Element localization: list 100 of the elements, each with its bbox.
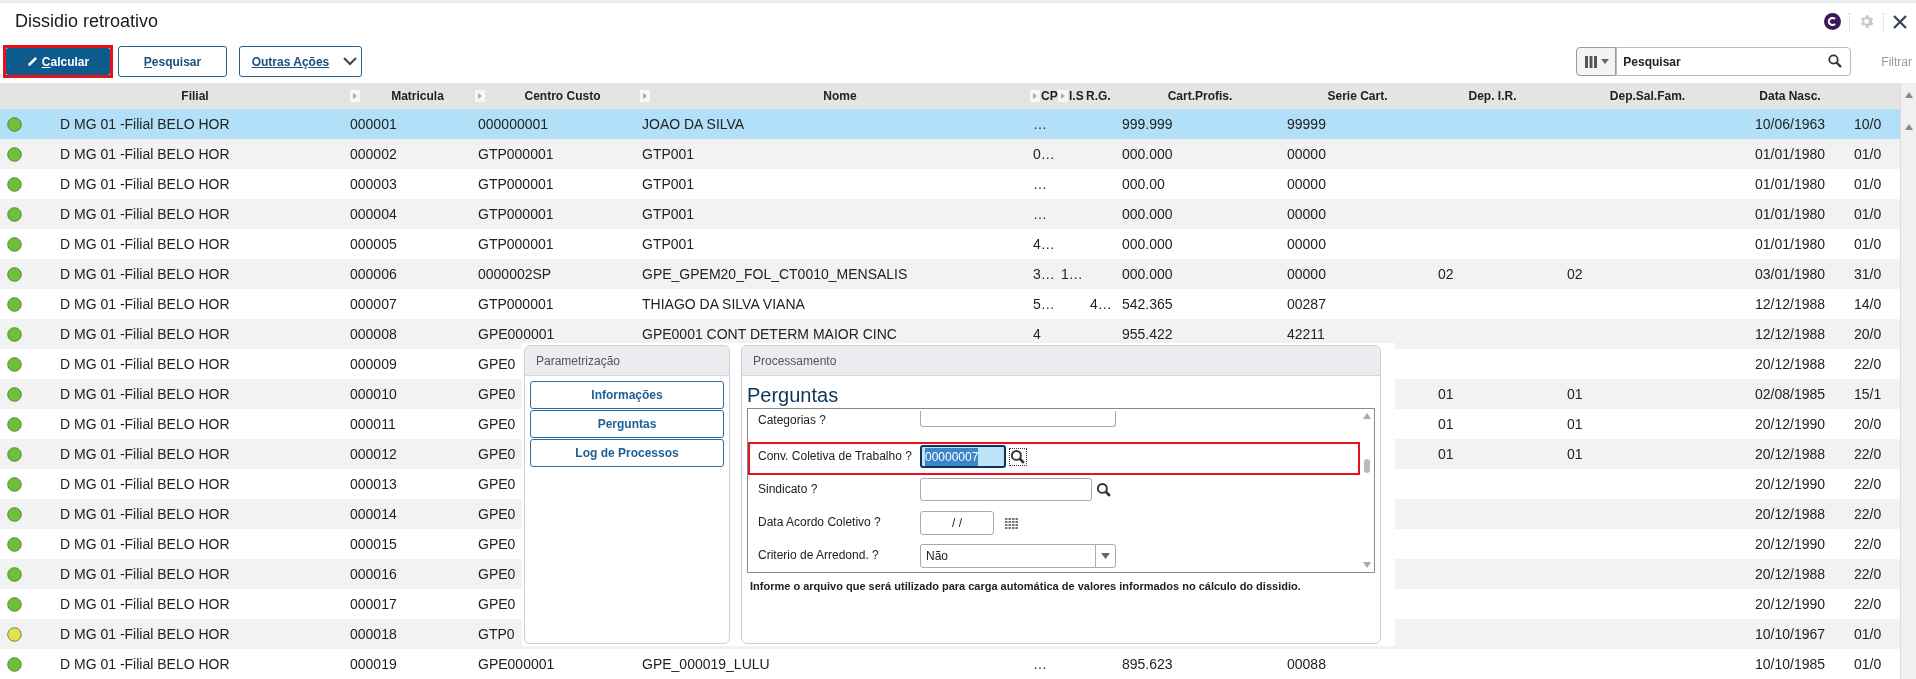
table-cell-text: 20/12/1990 bbox=[1755, 594, 1826, 614]
table-cell-text: … bbox=[1033, 204, 1047, 224]
table-cell-text: 4… bbox=[1033, 234, 1055, 254]
table-cell-text: GTP000001 bbox=[478, 234, 554, 254]
table-cell-text: JOAO DA SILVA bbox=[642, 114, 745, 134]
window-title: Dissidio retroativo bbox=[15, 10, 159, 33]
table-cell-text: 00287 bbox=[1287, 294, 1326, 314]
table-cell-text: GTP000001 bbox=[478, 204, 554, 224]
table-cell-text: GTP001 bbox=[642, 204, 695, 224]
table-cell-text: 000011 bbox=[350, 414, 396, 434]
table-cell-text: 22/0 bbox=[1854, 594, 1882, 614]
table-cell-text: 14/0 bbox=[1854, 294, 1882, 314]
table-cell-text: … bbox=[1033, 114, 1047, 134]
table-cell-text: 20/0 bbox=[1854, 324, 1882, 344]
field-label: Sindicato ? bbox=[757, 481, 819, 498]
table-cell-text: 22/0 bbox=[1854, 474, 1882, 494]
table-cell-text: 01 bbox=[1567, 384, 1583, 404]
table-cell-text: GPE0 bbox=[478, 414, 516, 434]
table-cell-text: 000.000 bbox=[1122, 144, 1173, 164]
section-heading: Perguntas bbox=[746, 383, 840, 408]
table-cell-text: 0… bbox=[1033, 144, 1055, 164]
table-cell-text: 20/0 bbox=[1854, 414, 1882, 434]
table-cell-text: GPE0 bbox=[478, 564, 516, 584]
table-cell-text: 000019 bbox=[350, 654, 397, 674]
table-cell-text: 955.422 bbox=[1122, 324, 1173, 344]
table-cell-text: GPE0001 CONT DETERM MAIOR CINC bbox=[642, 324, 897, 344]
table-cell-text: THIAGO DA SILVA VIANA bbox=[642, 294, 805, 314]
table-cell-text: 00000 bbox=[1287, 264, 1326, 284]
table-cell-text: 000006 bbox=[350, 264, 397, 284]
table-cell-text: D MG 01 -Filial BELO HOR bbox=[60, 354, 230, 374]
table-cell-text: GTP001 bbox=[642, 174, 695, 194]
table-cell-text: GTP000001 bbox=[478, 294, 554, 314]
table-cell-text: 01/0 bbox=[1854, 234, 1882, 254]
table-cell-text: 00000 bbox=[1287, 174, 1326, 194]
table-cell-text: 22/0 bbox=[1854, 504, 1882, 524]
table-cell-text: 4… bbox=[1090, 294, 1112, 314]
table-cell-text: 999.999 bbox=[1122, 114, 1173, 134]
table-cell-text: 000007 bbox=[350, 294, 397, 314]
table-cell-text: 01/0 bbox=[1854, 144, 1882, 164]
table-cell-text: 000016 bbox=[350, 564, 397, 584]
field-label: Data Acordo Coletivo ? bbox=[757, 514, 882, 531]
table-cell-text: 000014 bbox=[350, 504, 397, 524]
table-cell-text: 01/0 bbox=[1854, 654, 1882, 674]
table-cell-text: 5… bbox=[1033, 294, 1055, 314]
table-cell-text: 01 bbox=[1438, 384, 1454, 404]
table-cell-text: 000001 bbox=[350, 114, 397, 134]
table-cell-text: 20/12/1990 bbox=[1755, 414, 1826, 434]
table-cell-text: 22/0 bbox=[1854, 444, 1882, 464]
table-cell-text: 01/0 bbox=[1854, 204, 1882, 224]
table-cell-text: 000000001 bbox=[478, 114, 549, 134]
table-cell-text: 01/0 bbox=[1854, 174, 1882, 194]
table-cell-text: GPE0 bbox=[478, 504, 516, 524]
table-cell-text: 000005 bbox=[350, 234, 397, 254]
field-label: Categorias ? bbox=[757, 412, 828, 429]
table-cell-text: 000002 bbox=[350, 144, 397, 164]
table-cell-text: 31/0 bbox=[1854, 264, 1882, 284]
table-cell-text: 000015 bbox=[350, 534, 397, 554]
table-cell-text: 10/06/1963 bbox=[1755, 114, 1826, 134]
table-cell-text: D MG 01 -Filial BELO HOR bbox=[60, 534, 230, 554]
table-cell-text: 22/0 bbox=[1854, 564, 1882, 584]
table-cell-text: 20/12/1988 bbox=[1755, 444, 1826, 464]
table-cell-text: 10/10/1967 bbox=[1755, 624, 1826, 644]
table-cell-text: D MG 01 -Filial BELO HOR bbox=[60, 324, 230, 344]
table-cell-text: D MG 01 -Filial BELO HOR bbox=[60, 234, 230, 254]
table-cell-text: 00000 bbox=[1287, 234, 1326, 254]
table-cell-text: 42211 bbox=[1287, 324, 1325, 344]
table-cell-text: 02 bbox=[1438, 264, 1454, 284]
table-cell-text: 00000 bbox=[1287, 144, 1326, 164]
table-cell-text: D MG 01 -Filial BELO HOR bbox=[60, 174, 230, 194]
field-label: Conv. Coletiva de Trabalho ? bbox=[757, 448, 913, 465]
table-cell-text: D MG 01 -Filial BELO HOR bbox=[60, 204, 230, 224]
table-cell-text: 20/12/1990 bbox=[1755, 474, 1826, 494]
table-cell-text: 20/12/1988 bbox=[1755, 564, 1826, 584]
table-cell-text: D MG 01 -Filial BELO HOR bbox=[60, 444, 230, 464]
table-cell-text: 000013 bbox=[350, 474, 397, 494]
table-cell-text: 1… bbox=[1061, 264, 1083, 284]
table-cell-text: 22/0 bbox=[1854, 534, 1882, 554]
table-cell-text: D MG 01 -Filial BELO HOR bbox=[60, 594, 230, 614]
table-cell-text: 01 bbox=[1567, 414, 1583, 434]
table-cell-text: GPE0 bbox=[478, 444, 516, 464]
panel-header: Processamento bbox=[742, 346, 1380, 376]
table-cell-text: 01 bbox=[1567, 444, 1583, 464]
table-cell-text: GTP0 bbox=[478, 624, 515, 644]
table-cell-text: 10/10/1985 bbox=[1755, 654, 1826, 674]
table-cell-text: 01/01/1980 bbox=[1755, 234, 1826, 254]
table-cell-text: 10/0 bbox=[1854, 114, 1882, 134]
table-cell-text: 000.000 bbox=[1122, 234, 1173, 254]
table-cell-text: GPE0 bbox=[478, 384, 516, 404]
table-cell-text: D MG 01 -Filial BELO HOR bbox=[60, 474, 230, 494]
table-cell-text: 01/01/1980 bbox=[1755, 204, 1826, 224]
table-cell-text: GPE_GPEM20_FOL_CT0010_MENSALIS bbox=[642, 264, 908, 284]
table-cell-text: D MG 01 -Filial BELO HOR bbox=[60, 294, 230, 314]
table-cell-text: 20/12/1990 bbox=[1755, 534, 1826, 554]
table-cell-text: 01 bbox=[1438, 414, 1454, 434]
table-cell-text: 4 bbox=[1033, 324, 1041, 344]
table-cell-text: 000.000 bbox=[1122, 204, 1173, 224]
table-cell-text: 895.623 bbox=[1122, 654, 1173, 674]
table-cell-text: 3… bbox=[1033, 264, 1055, 284]
table-cell-text: 01/01/1980 bbox=[1755, 144, 1826, 164]
table-cell-text: GPE0 bbox=[478, 474, 516, 494]
